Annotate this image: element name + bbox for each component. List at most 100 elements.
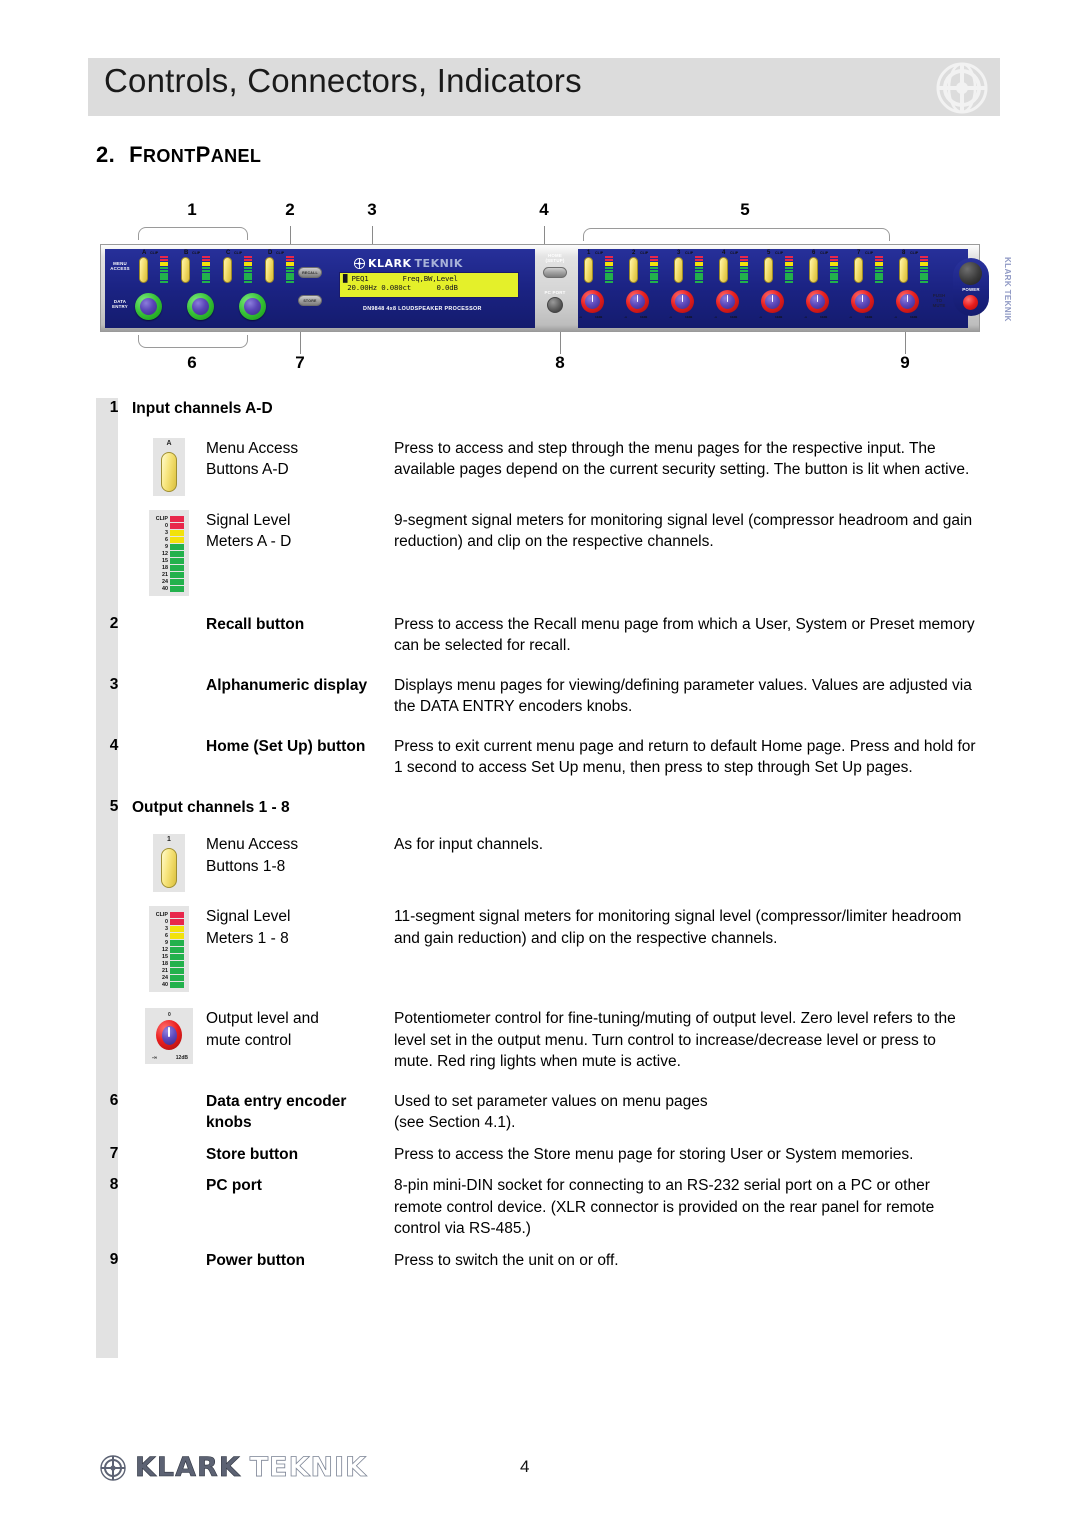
output-level-pot-icon: 0 -∞ 12dB: [132, 1008, 206, 1073]
row-label-power-button: Power button: [206, 1251, 306, 1269]
row-icon-spacer: [132, 736, 206, 779]
pot-max-label-3: 12dB: [685, 315, 693, 319]
output-level-pot-4[interactable]: [716, 290, 739, 313]
callout-6: 6: [187, 353, 197, 372]
home-setup-button[interactable]: [543, 267, 567, 278]
menu-access-button-8[interactable]: [899, 257, 908, 283]
alphanumeric-display[interactable]: █ PEQ1 Freq,BW,Level 20.00Hz 0.080ct 0.0…: [339, 272, 519, 298]
table-row-pc-port: 8 PC port 8-pin mini-DIN socket for conn…: [96, 1175, 976, 1240]
table-row-menu-access-18: 1 Menu Access Buttons 1-8 As for input c…: [96, 834, 976, 892]
table-row-alphanumeric-display: 3 Alphanumeric display Displays menu pag…: [96, 675, 976, 718]
home-setup-label: HOME (SETUP): [545, 253, 565, 263]
signal-meter-5: [785, 256, 793, 284]
row-icon-spacer: [132, 1175, 206, 1240]
callout-2: 2: [285, 200, 295, 219]
row-label-recall-button: Recall button: [206, 615, 305, 633]
signal-meter-d: [286, 256, 294, 284]
signal-meter-3: [695, 256, 703, 284]
pot-max-label-4: 12dB: [730, 315, 738, 319]
pot-icon-min-label: -∞: [152, 1055, 158, 1061]
menu-access-label: MENU ACCESS: [110, 261, 130, 271]
power-button[interactable]: [963, 295, 978, 310]
pot-min-label-1: -∞: [579, 315, 583, 319]
section-title-anel: ANEL: [210, 146, 262, 166]
input-channel-label-a: A: [142, 250, 147, 256]
row-label-menu-access-ad: Menu Access Buttons A-D: [206, 439, 299, 479]
menu-access-button-2[interactable]: [629, 257, 638, 283]
dn9848-front-panel: MENU ACCESS DATA ENTRY A CLIP B CLIP C C…: [100, 244, 1012, 332]
data-entry-encoder-3[interactable]: [239, 293, 266, 320]
data-entry-encoder-2[interactable]: [187, 293, 214, 320]
callout-4: 4: [539, 200, 549, 219]
menu-access-button-1[interactable]: [584, 257, 593, 283]
row-label-store-button: Store button: [206, 1145, 299, 1163]
input-channel-label-b: B: [184, 250, 189, 256]
pot-max-label-7: 12dB: [865, 315, 873, 319]
row-spacer: [96, 438, 132, 496]
output-channel-label-2: 2: [632, 250, 636, 256]
output-level-pot-2[interactable]: [626, 290, 649, 313]
output-channel-label-3: 3: [677, 250, 681, 256]
menu-access-button-d[interactable]: [265, 257, 274, 283]
clip-label-1: CLIP: [595, 251, 604, 255]
table-row-home-setup-button: 4 Home (Set Up) button Press to exit cur…: [96, 736, 976, 779]
menu-access-button-4[interactable]: [719, 257, 728, 283]
output-level-pot-3[interactable]: [671, 290, 694, 313]
row-desc-home-setup-button: Press to exit current menu page and retu…: [394, 737, 976, 777]
table-row-store-button: 7 Store button Press to access the Store…: [96, 1144, 976, 1166]
row-icon-spacer: [132, 675, 206, 718]
row-label-alphanumeric-display: Alphanumeric display: [206, 676, 368, 694]
callout-1: 1: [187, 200, 197, 219]
row-label-data-entry-encoder: Data entry encoder knobs: [206, 1092, 347, 1132]
output-channel-label-6: 6: [812, 250, 816, 256]
menu-access-button-6[interactable]: [809, 257, 818, 283]
output-level-pot-8[interactable]: [896, 290, 919, 313]
callout-3-leader: [372, 226, 373, 246]
callout-2-leader: [290, 226, 291, 246]
row-spacer: [96, 834, 132, 892]
row-label-output-level-mute: Output level and mute control: [206, 1010, 319, 1049]
data-entry-encoder-1[interactable]: [135, 293, 162, 320]
section-title-ront: RONT: [143, 146, 196, 166]
row-number-5: 5: [109, 797, 119, 815]
panel-brand-teknik: TEKNIK: [414, 257, 463, 270]
klark-wheel-icon: [936, 62, 988, 114]
callout-5-brace: [583, 228, 890, 241]
menu-access-button-a[interactable]: [139, 257, 148, 283]
pc-port-connector[interactable]: [547, 297, 563, 313]
row-desc-menu-access-18: As for input channels.: [394, 836, 544, 853]
callout-8-leader: [560, 332, 561, 354]
menu-access-button-5[interactable]: [764, 257, 773, 283]
menu-access-button-c[interactable]: [223, 257, 232, 283]
store-button[interactable]: STORE: [298, 295, 322, 306]
row-desc-data-entry-encoder: Used to set parameter values on menu pag…: [394, 1092, 708, 1132]
recall-button[interactable]: RECALL: [298, 267, 322, 278]
row-number-8: 8: [109, 1176, 119, 1193]
output-level-pot-1[interactable]: [581, 290, 604, 313]
callout-3: 3: [367, 200, 377, 219]
row-desc-store-button: Press to access the Store menu page for …: [394, 1145, 914, 1163]
row-spacer: [96, 510, 132, 596]
signal-meter-2: [650, 256, 658, 284]
page-title: Controls, Connectors, Indicators: [104, 62, 582, 99]
clip-label-6: CLIP: [820, 251, 829, 255]
signal-meter-4: [740, 256, 748, 284]
signal-meter-c: [244, 256, 252, 284]
output-level-pot-5[interactable]: [761, 290, 784, 313]
output-level-pot-6[interactable]: [806, 290, 829, 313]
clip-label-8: CLIP: [910, 251, 919, 255]
row-icon-spacer: [132, 1250, 206, 1272]
menu-access-button-b[interactable]: [181, 257, 190, 283]
pot-min-label-4: -∞: [714, 315, 718, 319]
pot-min-label-5: -∞: [759, 315, 763, 319]
menu-access-button-7[interactable]: [854, 257, 863, 283]
push-to-mute-label: PUSH TO MUTE: [932, 293, 946, 308]
meter-icon-scale-18: CLIP 0 3 6 9 12 15 18 21 24 40: [155, 912, 168, 989]
table-row-menu-access-ad: A Menu Access Buttons A-D Press to acces…: [96, 437, 976, 496]
output-level-pot-7[interactable]: [851, 290, 874, 313]
menu-access-button-3[interactable]: [674, 257, 683, 283]
callout-7: 7: [295, 353, 305, 372]
pot-max-label-8: 12dB: [910, 315, 918, 319]
meter-icon-bars-18: [170, 912, 184, 989]
table-row-output-level-mute: 0 -∞ 12dB Output level and mute control …: [96, 1008, 976, 1073]
